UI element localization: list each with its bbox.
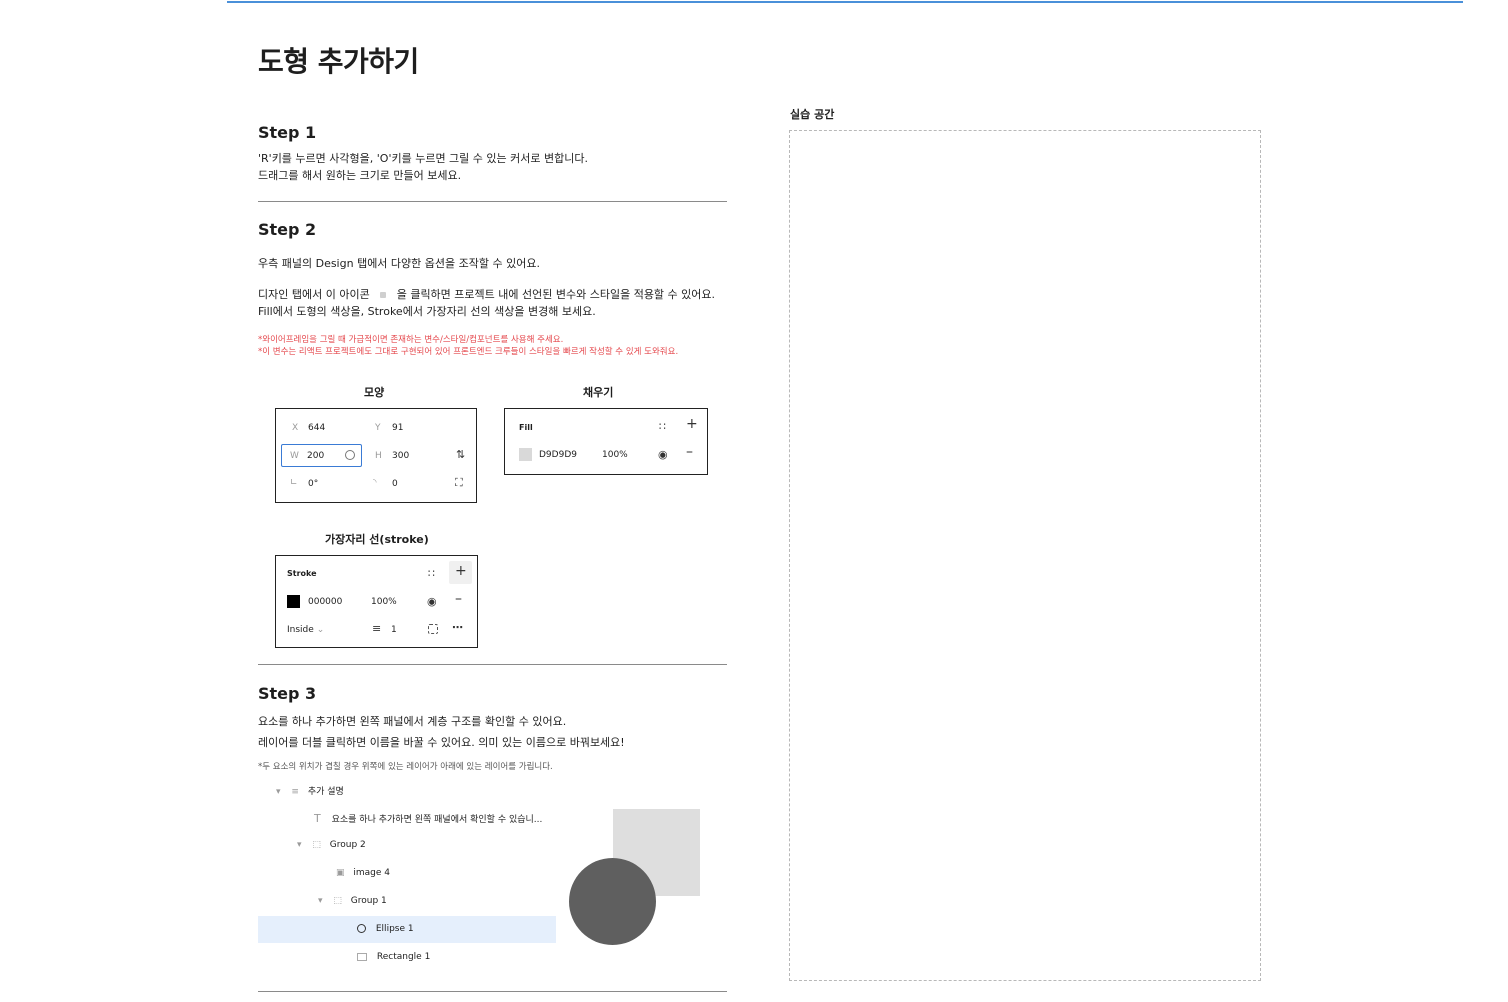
variable-icon bbox=[380, 291, 387, 298]
ellipse-icon bbox=[357, 924, 366, 933]
step2-heading: Step 2 bbox=[258, 220, 317, 239]
layer-name: Ellipse 1 bbox=[375, 924, 414, 934]
step3-heading: Step 3 bbox=[258, 684, 317, 703]
group-icon: ⬚ bbox=[312, 840, 321, 850]
rotation-icon: ∟ bbox=[290, 478, 298, 488]
layer-item[interactable]: Ellipse 1 bbox=[357, 924, 414, 934]
stroke-panel: Stroke ∷ + 000000 100% ◉ – Inside ⌄ ≡ 1 … bbox=[275, 555, 478, 648]
y-input[interactable]: 91 bbox=[392, 423, 403, 433]
text-frame-icon: ≡ bbox=[291, 787, 299, 797]
variable-binding-icon[interactable] bbox=[345, 450, 355, 460]
layer-item[interactable]: T 요소를 하나 추가하면 왼쪽 패널에서 확인할 수 있습니... bbox=[314, 812, 542, 825]
shape-panel-label: 모양 bbox=[364, 386, 385, 399]
chevron-down-icon: ⌄ bbox=[316, 625, 325, 635]
divider bbox=[258, 991, 727, 992]
top-accent-line bbox=[227, 1, 1463, 3]
step2-red-note-1: *와이어프레임을 그릴 때 가급적이면 존재하는 변수/스타일/컴포넌트를 사용… bbox=[258, 335, 564, 345]
layer-item[interactable]: ▣ image 4 bbox=[336, 868, 390, 878]
step3-line2: 레이어를 더블 클릭하면 이름을 바꿀 수 있어요. 의미 있는 이름으로 바꿔… bbox=[258, 736, 625, 749]
stroke-weight-icon: ≡ bbox=[372, 622, 382, 635]
collapse-arrow-icon[interactable]: ▾ bbox=[318, 896, 323, 906]
h-input[interactable]: 300 bbox=[392, 451, 409, 461]
step1-line1: 'R'키를 누르면 사각형을, 'O'키를 누르면 그릴 수 있는 커서로 변합… bbox=[258, 152, 588, 165]
y-label: Y bbox=[375, 423, 381, 433]
layer-name: Rectangle 1 bbox=[376, 952, 431, 962]
eye-icon[interactable]: ◉ bbox=[427, 596, 437, 607]
stroke-panel-label: 가장자리 선(stroke) bbox=[325, 533, 429, 546]
step2-line1: 우측 패널의 Design 탭에서 다양한 옵션을 조작할 수 있어요. bbox=[258, 257, 540, 270]
add-stroke-icon[interactable]: + bbox=[455, 564, 467, 578]
practice-area-label: 실습 공간 bbox=[790, 108, 835, 121]
text-layer-icon: T bbox=[314, 812, 321, 825]
fill-opacity[interactable]: 100% bbox=[602, 450, 628, 460]
stroke-opacity[interactable]: 100% bbox=[371, 597, 397, 607]
step1-line2: 드래그를 해서 원하는 크기로 만들어 보세요. bbox=[258, 169, 462, 182]
image-icon: ▣ bbox=[336, 868, 345, 878]
styles-grid-icon[interactable]: ∷ bbox=[659, 421, 666, 432]
step3-note: *두 요소의 위치가 겹칠 경우 위쪽에 있는 레이어가 아래에 있는 레이어를… bbox=[258, 762, 553, 772]
collapse-arrow-icon[interactable]: ▾ bbox=[297, 840, 302, 850]
stroke-title: Stroke bbox=[287, 569, 317, 578]
layer-name: image 4 bbox=[353, 868, 391, 878]
group-icon: ⬚ bbox=[333, 896, 342, 906]
fill-panel-label: 채우기 bbox=[583, 386, 614, 399]
layer-item[interactable]: Rectangle 1 bbox=[357, 952, 430, 962]
width-field[interactable]: W 200 bbox=[281, 444, 362, 467]
remove-fill-icon[interactable]: – bbox=[686, 445, 693, 459]
layer-item[interactable]: ▾ ⬚ Group 2 bbox=[297, 840, 366, 850]
remove-stroke-icon[interactable]: – bbox=[455, 592, 462, 606]
add-fill-icon[interactable]: + bbox=[686, 417, 698, 431]
step2-line2-end: 을 클릭하면 프로젝트 내에 선언된 변수와 스타일을 적용할 수 있어요. bbox=[396, 288, 716, 301]
styles-grid-icon[interactable]: ∷ bbox=[428, 568, 435, 579]
step2-line2-start: 디자인 탭에서 이 아이콘 bbox=[258, 288, 370, 301]
step2-red-note-2: *이 변수는 리액트 프로젝트에도 그대로 구현되어 있어 프론트엔드 크루들이… bbox=[258, 347, 679, 357]
stroke-weight-input[interactable]: 1 bbox=[391, 625, 397, 635]
w-input[interactable]: 200 bbox=[307, 451, 324, 461]
rotation-input[interactable]: 0° bbox=[308, 479, 318, 489]
layer-name: Group 2 bbox=[329, 840, 366, 850]
page-title: 도형 추가하기 bbox=[258, 45, 419, 78]
divider bbox=[258, 664, 727, 665]
constrain-proportions-icon[interactable]: ⇅ bbox=[456, 449, 465, 460]
shape-panel: X 644 Y 91 W 200 H 300 ⇅ ∟ 0° ◝ 0 ⛶ bbox=[275, 408, 477, 503]
rectangle-icon bbox=[357, 952, 367, 961]
w-label: W bbox=[290, 451, 299, 461]
layer-name: 요소를 하나 추가하면 왼쪽 패널에서 확인할 수 있습니... bbox=[331, 815, 543, 825]
h-label: H bbox=[375, 451, 382, 461]
independent-corners-icon[interactable]: ⛶ bbox=[455, 477, 463, 488]
stroke-sides-icon[interactable] bbox=[428, 624, 438, 634]
stroke-position-select[interactable]: Inside ⌄ bbox=[287, 625, 324, 635]
step2-line3: Fill에서 도형의 색상을, Stroke에서 가장자리 선의 색상을 변경해… bbox=[258, 305, 596, 318]
stroke-swatch[interactable] bbox=[287, 595, 300, 608]
step2-line2: 디자인 탭에서 이 아이콘 을 클릭하면 프로젝트 내에 선언된 변수와 스타일… bbox=[258, 286, 715, 303]
x-label: X bbox=[292, 423, 299, 433]
divider bbox=[258, 201, 727, 202]
layer-name: 추가 설명 bbox=[307, 787, 344, 797]
eye-icon[interactable]: ◉ bbox=[658, 449, 668, 460]
fill-swatch[interactable] bbox=[519, 448, 532, 461]
step3-line1: 요소를 하나 추가하면 왼쪽 패널에서 계층 구조를 확인할 수 있어요. bbox=[258, 715, 567, 728]
step1-heading: Step 1 bbox=[258, 123, 317, 142]
corner-radius-icon: ◝ bbox=[373, 478, 377, 488]
stroke-hex[interactable]: 000000 bbox=[308, 597, 342, 607]
corner-radius-input[interactable]: 0 bbox=[392, 479, 398, 489]
stroke-position-value: Inside bbox=[287, 625, 314, 635]
more-options-icon[interactable]: ⋯ bbox=[452, 622, 463, 633]
fill-panel: Fill ∷ + D9D9D9 100% ◉ – bbox=[504, 408, 708, 475]
fill-title: Fill bbox=[519, 423, 533, 432]
collapse-arrow-icon[interactable]: ▾ bbox=[276, 787, 281, 797]
layer-name: Group 1 bbox=[350, 896, 387, 906]
layer-item[interactable]: ▾ ⬚ Group 1 bbox=[318, 896, 387, 906]
practice-area-canvas[interactable] bbox=[789, 130, 1261, 981]
fill-hex[interactable]: D9D9D9 bbox=[539, 450, 577, 460]
x-input[interactable]: 644 bbox=[308, 423, 325, 433]
preview-ellipse bbox=[569, 858, 656, 945]
layer-item[interactable]: ▾ ≡ 추가 설명 bbox=[276, 784, 344, 797]
